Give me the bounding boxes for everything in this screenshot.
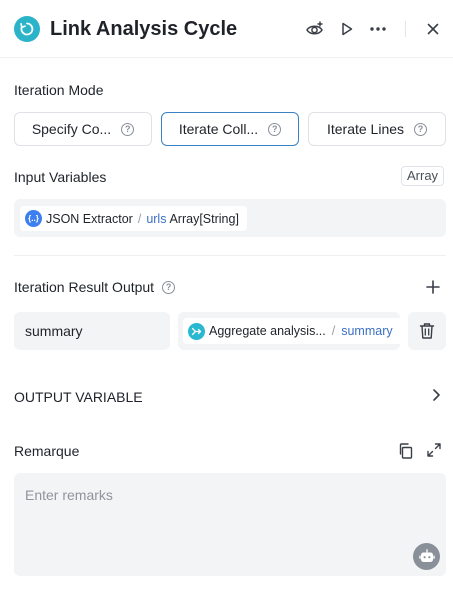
chevron-right-icon[interactable] (428, 387, 444, 403)
output-name-input[interactable]: summary (14, 312, 170, 350)
output-reference-field[interactable]: Aggregate analysis... / summary (178, 312, 400, 350)
page-title: Link Analysis Cycle (50, 18, 238, 40)
copy-icon[interactable] (397, 442, 415, 460)
mode-iterate-collection-button[interactable]: Iterate Coll... ? (161, 112, 299, 146)
mode-option-label: Iterate Lines (326, 121, 405, 137)
more-icon[interactable] (367, 18, 389, 40)
reference-source: Aggregate analysis... (209, 324, 326, 338)
delete-output-button[interactable] (408, 312, 446, 350)
assistant-bot-button[interactable] (413, 543, 440, 570)
remarks-textarea[interactable] (14, 473, 446, 576)
path-separator: / (331, 324, 336, 338)
help-icon[interactable]: ? (268, 122, 282, 136)
variable-source: JSON Extractor (46, 211, 133, 226)
mode-option-label: Specify Co... (31, 121, 112, 137)
mode-iterate-lines-button[interactable]: Iterate Lines ? (308, 112, 446, 146)
header-separator (405, 21, 406, 37)
input-variables-label: Input Variables (14, 169, 107, 185)
add-output-button[interactable] (424, 278, 442, 296)
trash-icon (419, 323, 435, 339)
variable-name: urls (146, 211, 167, 226)
robot-icon (418, 549, 435, 562)
input-variable-chip[interactable]: {..} JSON Extractor / urls Array[String] (20, 206, 247, 231)
loop-icon (14, 16, 40, 42)
help-icon[interactable]: ? (162, 280, 176, 294)
mode-option-label: Iterate Coll... (178, 121, 259, 137)
json-extractor-icon: {..} (25, 210, 42, 227)
section-divider (14, 255, 446, 256)
expand-icon[interactable] (426, 442, 442, 458)
close-icon[interactable] (422, 18, 444, 40)
remarks-label: Remarque (14, 443, 80, 459)
eye-icon[interactable] (304, 18, 326, 40)
mode-specify-count-button[interactable]: Specify Co... ? (14, 112, 152, 146)
output-reference-chip[interactable]: Aggregate analysis... / summary (183, 318, 400, 344)
type-badge: Array (401, 166, 445, 186)
iteration-result-label: Iteration Result Output (14, 279, 155, 295)
iteration-node-panel: Link Analysis Cycle Iteration Mode Speci… (0, 0, 453, 593)
variable-type: Array[String] (169, 211, 239, 226)
panel-header: Link Analysis Cycle (0, 0, 453, 58)
plus-icon (426, 280, 440, 294)
iteration-mode-label: Iteration Mode (14, 82, 104, 98)
output-variable-label[interactable]: OUTPUT VARIABLE (14, 388, 143, 406)
help-icon[interactable]: ? (414, 122, 428, 136)
aggregate-icon (188, 322, 205, 340)
help-icon[interactable]: ? (121, 122, 135, 136)
reference-variable: summary (341, 324, 393, 338)
iteration-result-header: Iteration Result Output ? (14, 278, 176, 296)
play-icon[interactable] (336, 18, 358, 40)
path-separator: / (137, 211, 142, 226)
